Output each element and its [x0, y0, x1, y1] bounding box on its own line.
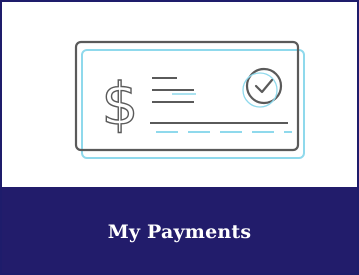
- tile-label[interactable]: My Payments: [108, 221, 252, 243]
- my-payments-tile[interactable]: $ My Payments: [0, 0, 359, 275]
- svg-text:$: $: [102, 70, 139, 138]
- check-payment-icon: $: [74, 40, 305, 159]
- tile-label-bar[interactable]: My Payments: [2, 187, 357, 273]
- tile-icon-area: $: [2, 2, 357, 187]
